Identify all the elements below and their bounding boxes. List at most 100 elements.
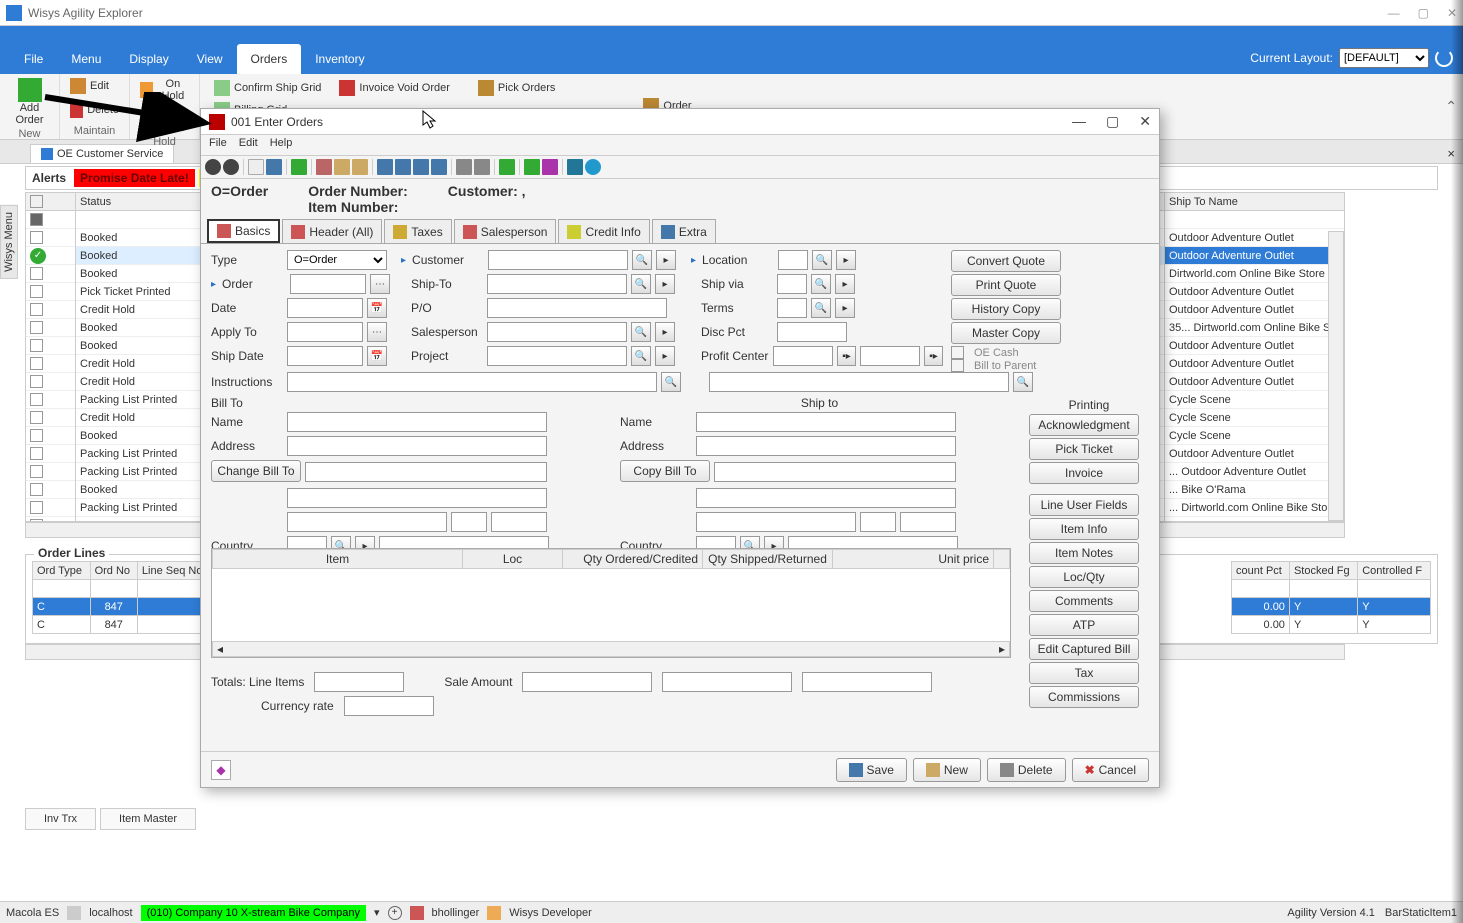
table-row[interactable]: 35... Dirtworld.com Online Bike Store [1165, 319, 1344, 337]
filter-row-ship[interactable] [1165, 211, 1344, 229]
invoice-button[interactable]: Invoice [1029, 462, 1139, 484]
row-checkbox[interactable] [30, 357, 43, 370]
ship-addr3-input[interactable] [696, 488, 956, 508]
last-icon[interactable] [431, 159, 447, 175]
tab-salesperson[interactable]: Salesperson [454, 219, 557, 243]
applyto-lookup-icon[interactable]: ⋯ [367, 322, 387, 342]
project-go-icon[interactable]: ▸ [655, 346, 675, 366]
confirm-ship-grid-button[interactable]: Confirm Ship Grid [210, 78, 325, 98]
ship-city-input[interactable] [696, 512, 856, 532]
company-dropdown-icon[interactable]: ▾ [374, 906, 380, 919]
table-row[interactable]: Outdoor Adventure Outlet [1165, 283, 1344, 301]
itemgrid-hscroll[interactable]: ◂▸ [212, 641, 1010, 657]
add-order-button[interactable]: Add Order [6, 76, 53, 128]
menu-file[interactable]: File [10, 44, 57, 74]
invoice-void-order-button[interactable]: Invoice Void Order [335, 78, 454, 98]
sale-amount-input[interactable] [522, 672, 652, 692]
row-checkbox[interactable] [30, 501, 43, 514]
status-company[interactable]: (010) Company 10 X-stream Bike Company [141, 905, 366, 921]
dialog-titlebar[interactable]: 001 Enter Orders — ▢ ✕ [201, 109, 1159, 135]
chart-icon[interactable] [524, 159, 540, 175]
table-row[interactable]: Cycle Scene [1165, 427, 1344, 445]
cut-icon[interactable] [316, 159, 332, 175]
table-row[interactable]: ... Outdoor Adventure Outlet [1165, 463, 1344, 481]
print-quote-button[interactable]: Print Quote [951, 274, 1061, 296]
shipvia-go-icon[interactable]: ▸ [835, 274, 855, 294]
prev-icon[interactable] [395, 159, 411, 175]
nav-back-icon[interactable] [205, 159, 221, 175]
profit1-input[interactable] [773, 346, 833, 366]
discpct-input[interactable] [777, 322, 847, 342]
pick-ticket-button[interactable]: Pick Ticket [1029, 438, 1139, 460]
table-row[interactable]: Outdoor Adventure Outlet [1165, 355, 1344, 373]
ship-name-input[interactable] [696, 412, 956, 432]
table-row[interactable]: Outdoor Adventure Outlet [1165, 301, 1344, 319]
loc-qty-button[interactable]: Loc/Qty [1029, 566, 1139, 588]
minimize-icon[interactable]: — [1388, 6, 1400, 20]
add-company-icon[interactable]: + [388, 906, 402, 920]
tax-button[interactable]: Tax [1029, 662, 1139, 684]
header-checkbox[interactable] [30, 195, 43, 208]
row-checkbox[interactable] [30, 303, 43, 316]
first-icon[interactable] [377, 159, 393, 175]
type-select[interactable]: O=Order [287, 250, 387, 270]
salesperson-input[interactable] [487, 322, 627, 342]
table-row[interactable]: Outdoor Adventure Outlet [1165, 337, 1344, 355]
sale-amount3-input[interactable] [802, 672, 932, 692]
on-hold-button[interactable]: On Hold [136, 76, 193, 104]
location-search-icon[interactable]: 🔍 [812, 250, 832, 270]
row-checkbox[interactable] [30, 285, 43, 298]
nav-fwd-icon[interactable] [223, 159, 239, 175]
order-lookup-icon[interactable]: ⋯ [370, 274, 390, 294]
table-row[interactable]: Outdoor Adventure Outlet [1165, 247, 1344, 265]
po-input[interactable] [487, 298, 667, 318]
save-button[interactable]: Save [836, 758, 907, 782]
order-lines-grid-right[interactable]: count PctStocked FgControlled F 0.00YY 0… [1231, 561, 1431, 634]
table-row[interactable]: Cycle Scene [1165, 517, 1344, 522]
atp-button[interactable]: ATP [1029, 614, 1139, 636]
instructions1-search-icon[interactable]: 🔍 [661, 372, 681, 392]
shipto-go-icon[interactable]: ▸ [655, 274, 675, 294]
convert-quote-button[interactable]: Convert Quote [951, 250, 1061, 272]
bill-addr2-input[interactable] [305, 462, 547, 482]
row-checkbox[interactable] [30, 519, 43, 522]
shipto-search-icon[interactable]: 🔍 [631, 274, 651, 294]
dlg-menu-edit[interactable]: Edit [239, 137, 258, 153]
delete-button[interactable]: Delete [66, 100, 123, 120]
row-checkbox[interactable] [30, 411, 43, 424]
screen-icon[interactable] [567, 159, 583, 175]
footer-palette-icon[interactable]: ◆ [211, 760, 231, 780]
acknowledgment-button[interactable]: Acknowledgment [1029, 414, 1139, 436]
tab-header-all[interactable]: Header (All) [282, 219, 382, 243]
bill-state-input[interactable] [451, 512, 487, 532]
row-checkbox[interactable] [30, 375, 43, 388]
menu-view[interactable]: View [183, 44, 237, 74]
bill-addr3-input[interactable] [287, 488, 547, 508]
date-picker-icon[interactable]: 📅 [367, 298, 387, 318]
maximize-icon[interactable]: ▢ [1418, 6, 1429, 20]
comments-button[interactable]: Comments [1029, 590, 1139, 612]
shipdate-input[interactable] [287, 346, 363, 366]
menu-menu[interactable]: Menu [57, 44, 115, 74]
paste-icon[interactable] [352, 159, 368, 175]
table-row[interactable]: ... Dirtworld.com Online Bike Store [1165, 499, 1344, 517]
oe-cash-checkbox[interactable] [951, 346, 964, 359]
project-search-icon[interactable]: 🔍 [631, 346, 651, 366]
tab-taxes[interactable]: Taxes [384, 219, 451, 243]
change-bill-to-button[interactable]: Change Bill To [211, 460, 301, 482]
vscrollbar[interactable] [1328, 231, 1344, 521]
row-checkbox[interactable] [30, 483, 43, 496]
check-icon[interactable] [499, 159, 515, 175]
terms-input[interactable] [777, 298, 807, 318]
dialog-close-icon[interactable]: ✕ [1139, 113, 1151, 130]
row-checkbox[interactable] [30, 447, 43, 460]
table-row[interactable]: Outdoor Adventure Outlet [1165, 229, 1344, 247]
salesperson-search-icon[interactable]: 🔍 [631, 322, 651, 342]
menu-orders[interactable]: Orders [237, 44, 302, 74]
next-icon[interactable] [413, 159, 429, 175]
line-user-fields-button[interactable]: Line User Fields [1029, 494, 1139, 516]
ship-addr2-input[interactable] [714, 462, 956, 482]
table-row[interactable]: Outdoor Adventure Outlet [1165, 373, 1344, 391]
dialog-maximize-icon[interactable]: ▢ [1106, 113, 1119, 130]
table-row[interactable]: ... Bike O'Rama [1165, 481, 1344, 499]
